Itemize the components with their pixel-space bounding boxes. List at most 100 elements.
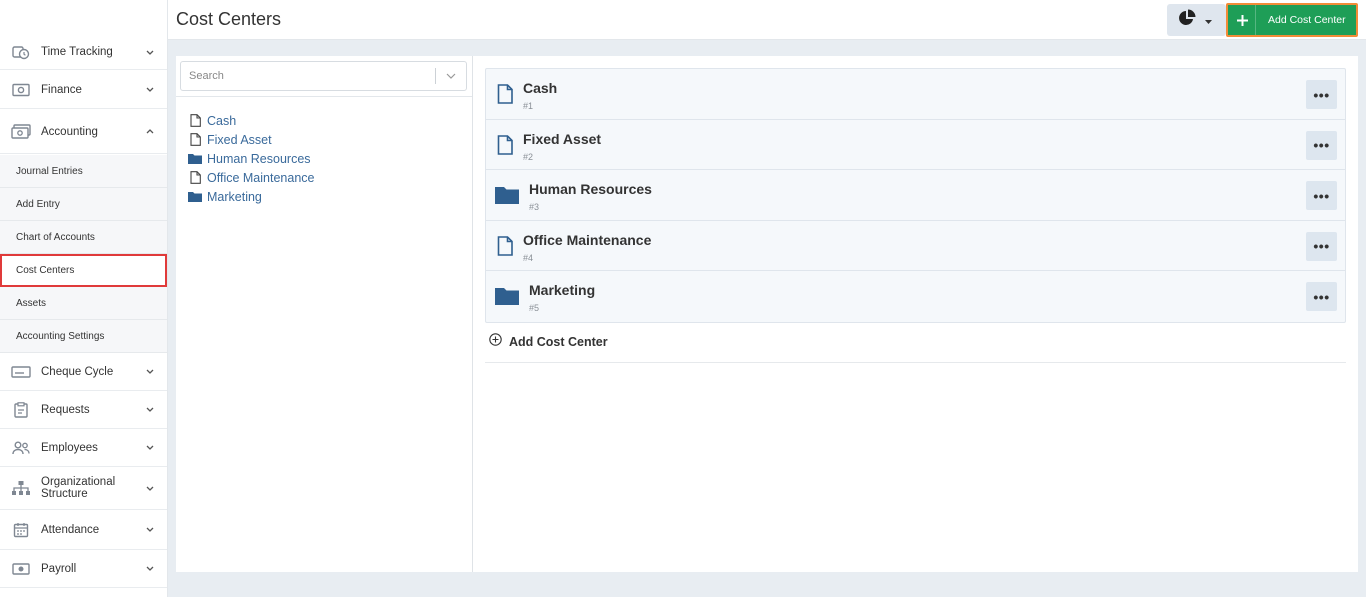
pie-chart-icon bbox=[1178, 9, 1196, 32]
sidebar-item-label: Time Tracking bbox=[41, 46, 113, 58]
sidebar-subitem-accounting-settings[interactable]: Accounting Settings bbox=[0, 320, 167, 353]
sidebar-item-time-tracking[interactable]: Time Tracking bbox=[0, 35, 167, 70]
chevron-down-icon bbox=[145, 87, 155, 92]
list-item: Cash #1 ••• bbox=[486, 69, 1345, 120]
file-icon bbox=[494, 132, 516, 158]
tree-item[interactable]: Fixed Asset bbox=[188, 130, 314, 149]
file-icon bbox=[188, 114, 202, 128]
list-item: Marketing #5 ••• bbox=[486, 271, 1345, 322]
sidebar-item-employees[interactable]: Employees bbox=[0, 429, 167, 467]
sidebar-subitem-assets[interactable]: Assets bbox=[0, 287, 167, 320]
list-item: Fixed Asset #2 ••• bbox=[486, 120, 1345, 170]
cost-center-number: #4 bbox=[523, 252, 534, 263]
chevron-up-icon bbox=[145, 129, 155, 134]
sidebar-item-label: Organizational Structure bbox=[41, 476, 116, 500]
add-cost-center-link[interactable]: Add Cost Center bbox=[485, 323, 1346, 363]
cash-icon bbox=[11, 124, 31, 140]
add-cost-center-link-label: Add Cost Center bbox=[509, 335, 608, 349]
sidebar-item-label: Payroll bbox=[41, 562, 77, 575]
divider bbox=[176, 96, 472, 97]
tree-item-label: Fixed Asset bbox=[207, 132, 272, 147]
topbar: Cost Centers Add Cost Center bbox=[168, 0, 1366, 40]
chevron-down-icon bbox=[145, 445, 155, 450]
tree-item[interactable]: Cash bbox=[188, 111, 314, 130]
sidebar-subitem-journal-entries[interactable]: Journal Entries bbox=[0, 155, 167, 188]
chevron-down-icon bbox=[145, 407, 155, 412]
payroll-icon bbox=[11, 561, 31, 577]
cost-center-name[interactable]: Human Resources bbox=[529, 181, 652, 197]
sidebar-subitem-chart-of-accounts[interactable]: Chart of Accounts bbox=[0, 221, 167, 254]
tree-item-label: Human Resources bbox=[207, 151, 311, 166]
file-icon bbox=[494, 81, 516, 107]
cost-center-tree: Cash Fixed Asset Human Resources Office … bbox=[188, 111, 314, 206]
tree-item-label: Cash bbox=[207, 113, 237, 128]
clock-icon bbox=[11, 44, 31, 60]
list-item: Human Resources #3 ••• bbox=[486, 170, 1345, 221]
sidebar-subitem-add-entry[interactable]: Add Entry bbox=[0, 188, 167, 221]
reports-dropdown-button[interactable] bbox=[1167, 4, 1226, 36]
sidebar-subitem-cost-centers[interactable]: Cost Centers bbox=[0, 254, 167, 287]
more-options-button[interactable]: ••• bbox=[1306, 181, 1337, 210]
more-options-button[interactable]: ••• bbox=[1306, 130, 1337, 160]
chevron-down-icon bbox=[145, 369, 155, 374]
sidebar-item-accounting[interactable]: Accounting bbox=[0, 110, 167, 154]
cost-center-name[interactable]: Cash bbox=[523, 80, 557, 96]
sidebar-item-label: Employees bbox=[41, 441, 98, 454]
tree-item[interactable]: Office Maintenance bbox=[188, 168, 314, 187]
content-panel: Cash Fixed Asset Human Resources Office … bbox=[176, 56, 1358, 572]
chevron-down-icon bbox=[145, 486, 155, 491]
clipboard-icon bbox=[11, 401, 31, 418]
plus-icon bbox=[1230, 5, 1256, 35]
sidebar-item-payroll[interactable]: Payroll bbox=[0, 550, 167, 588]
cost-center-number: #1 bbox=[523, 101, 534, 111]
sidebar-item-label: Attendance bbox=[41, 523, 100, 536]
chevron-down-icon bbox=[145, 50, 155, 55]
more-options-button[interactable]: ••• bbox=[1306, 80, 1337, 109]
sidebar-item-label: Finance bbox=[41, 83, 82, 96]
add-cost-center-button[interactable]: Add Cost Center bbox=[1226, 3, 1358, 37]
add-cost-center-button-label: Add Cost Center bbox=[1268, 14, 1346, 26]
calendar-icon bbox=[11, 522, 31, 538]
search-input[interactable] bbox=[181, 62, 435, 90]
more-options-button[interactable]: ••• bbox=[1306, 282, 1337, 311]
cost-center-name[interactable]: Office Maintenance bbox=[523, 232, 651, 248]
folder-icon bbox=[494, 283, 520, 309]
money-icon bbox=[11, 82, 31, 98]
folder-icon bbox=[494, 182, 520, 208]
tree-item[interactable]: Marketing bbox=[188, 187, 314, 206]
people-icon bbox=[11, 440, 31, 456]
sidebar-item-finance[interactable]: Finance bbox=[0, 71, 167, 109]
chevron-down-icon bbox=[145, 527, 155, 532]
more-options-button[interactable]: ••• bbox=[1306, 231, 1337, 261]
sidebar-item-label: Requests bbox=[41, 403, 90, 416]
plus-circle-icon bbox=[489, 333, 502, 351]
file-icon bbox=[494, 233, 516, 259]
page-title: Cost Centers bbox=[176, 9, 282, 29]
cost-center-number: #2 bbox=[523, 151, 534, 162]
file-icon bbox=[188, 133, 202, 147]
chevron-down-icon bbox=[145, 566, 155, 571]
sidebar-item-cheque-cycle[interactable]: Cheque Cycle bbox=[0, 353, 167, 391]
cost-center-name[interactable]: Fixed Asset bbox=[523, 131, 601, 147]
tree-item-label: Marketing bbox=[207, 189, 262, 204]
sidebar-item-requests[interactable]: Requests bbox=[0, 391, 167, 429]
sidebar-item-organizational-structure[interactable]: Organizational Structure bbox=[0, 467, 167, 510]
tree-item[interactable]: Human Resources bbox=[188, 149, 314, 168]
file-icon bbox=[188, 171, 202, 185]
tree-item-label: Office Maintenance bbox=[207, 170, 315, 185]
cheque-icon bbox=[11, 364, 31, 380]
cost-center-number: #5 bbox=[529, 303, 540, 313]
tree-pane: Cash Fixed Asset Human Resources Office … bbox=[176, 56, 473, 572]
cost-center-list-pane: Cash #1 ••• Fixed Asset #2 ••• Human Res… bbox=[485, 68, 1346, 363]
logo-area bbox=[0, 0, 167, 40]
search-box bbox=[180, 61, 467, 91]
org-chart-icon bbox=[11, 480, 31, 496]
sidebar: Time Tracking Finance Accounting Journal… bbox=[0, 0, 168, 597]
cost-center-name[interactable]: Marketing bbox=[529, 282, 595, 298]
sidebar-item-attendance[interactable]: Attendance bbox=[0, 510, 167, 550]
sidebar-item-label: Cheque Cycle bbox=[41, 365, 114, 378]
cost-center-list: Cash #1 ••• Fixed Asset #2 ••• Human Res… bbox=[485, 68, 1346, 323]
chevron-down-icon[interactable] bbox=[436, 73, 466, 79]
folder-icon bbox=[188, 152, 202, 166]
list-item: Office Maintenance #4 ••• bbox=[486, 221, 1345, 271]
